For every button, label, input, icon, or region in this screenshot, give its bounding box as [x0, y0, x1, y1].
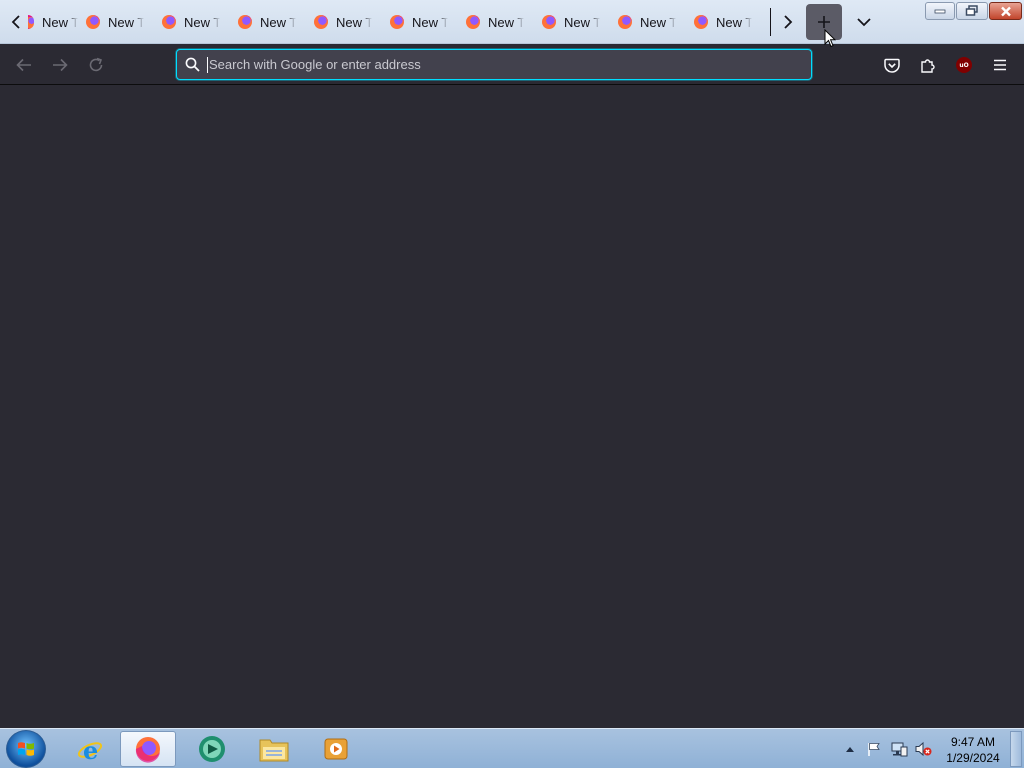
save-to-pocket-button[interactable] — [880, 53, 904, 77]
chevron-up-icon — [846, 747, 854, 752]
ublock-origin-button[interactable]: uO — [952, 53, 976, 77]
minimize-icon — [934, 9, 946, 14]
flag-icon — [868, 743, 880, 756]
tab[interactable]: New Tab — [78, 4, 154, 40]
tab[interactable]: New Tab — [306, 4, 382, 40]
tab[interactable]: New Tab — [534, 4, 610, 40]
media-app-icon — [199, 736, 225, 762]
close-icon — [1000, 6, 1011, 16]
tab[interactable]: New Tab — [610, 4, 686, 40]
list-all-tabs-button[interactable] — [852, 8, 876, 36]
tab[interactable]: New Tab — [382, 4, 458, 40]
page-content — [0, 85, 1024, 728]
plus-icon — [818, 16, 830, 28]
clock-date: 1/29/2024 — [946, 751, 1000, 765]
firefox-icon — [542, 15, 556, 29]
firefox-icon — [466, 15, 480, 29]
system-clock[interactable]: 9:47 AM 1/29/2024 — [940, 734, 1006, 766]
navigation-toolbar: uO — [0, 44, 1024, 85]
firefox-icon — [238, 15, 252, 29]
scroll-tabs-right-button[interactable] — [776, 8, 800, 36]
folder-icon — [259, 739, 289, 762]
tab-title: New Tab — [184, 14, 220, 30]
volume-tray[interactable] — [912, 729, 934, 768]
action-center-tray[interactable] — [864, 729, 884, 768]
minimize-window-button[interactable] — [925, 2, 955, 20]
scroll-tabs-left-button[interactable] — [4, 8, 28, 36]
windows-taskbar: e 9:47 AM 1/29/2024 — [0, 728, 1024, 768]
internet-explorer-icon: e — [77, 736, 103, 764]
chevron-right-icon — [784, 15, 793, 29]
firefox-icon — [28, 15, 34, 29]
firefox-icon — [135, 737, 160, 763]
tab-title: New Tab — [42, 14, 78, 30]
start-button[interactable] — [6, 730, 46, 768]
tab-title: New Tab — [412, 14, 448, 30]
tab[interactable]: New Tab — [458, 4, 534, 40]
firefox-icon — [618, 15, 632, 29]
tab-title: New Tab — [108, 14, 144, 30]
tab[interactable]: New Tab — [686, 4, 762, 40]
windows-logo-icon — [18, 742, 34, 756]
extensions-button[interactable] — [916, 53, 940, 77]
tab-list: New Tab New Tab New Tab New Tab New Tab … — [28, 4, 772, 40]
taskbar-media-player[interactable] — [308, 731, 364, 767]
clock-time: 9:47 AM — [950, 735, 996, 749]
tab-title: New Tab — [716, 14, 752, 30]
svg-text:e: e — [83, 736, 98, 764]
firefox-icon — [162, 15, 176, 29]
network-tray[interactable] — [888, 729, 910, 768]
reload-icon — [89, 57, 103, 72]
tab-title: New Tab — [488, 14, 524, 30]
ublock-origin-icon: uO — [956, 57, 972, 73]
mouse-pointer-icon — [824, 29, 836, 48]
network-icon — [891, 742, 908, 757]
firefox-icon — [314, 15, 328, 29]
address-input[interactable] — [209, 57, 789, 72]
firefox-icon — [694, 15, 708, 29]
tab-title: New Tab — [564, 14, 600, 30]
chevron-left-icon — [11, 15, 20, 29]
speaker-muted-icon — [915, 741, 932, 757]
address-bar[interactable] — [176, 49, 812, 80]
tab[interactable]: New Tab — [230, 4, 306, 40]
arrow-left-icon — [16, 58, 31, 72]
open-application-menu-button[interactable] — [988, 53, 1012, 77]
forward-button[interactable] — [47, 52, 73, 78]
hamburger-menu-icon — [994, 59, 1006, 71]
tab-title: New Tab — [640, 14, 676, 30]
taskbar-firefox[interactable] — [120, 731, 176, 767]
arrow-right-icon — [53, 58, 68, 72]
show-hidden-icons-button[interactable] — [843, 729, 857, 768]
taskbar-file-explorer[interactable] — [246, 731, 302, 767]
back-button[interactable] — [11, 52, 37, 78]
restore-window-button[interactable] — [956, 2, 988, 20]
taskbar-internet-explorer[interactable]: e — [62, 731, 118, 767]
tab-strip: New Tab New Tab New Tab New Tab New Tab … — [0, 0, 1024, 44]
taskbar-media-app[interactable] — [184, 731, 240, 767]
puzzle-piece-icon — [921, 59, 935, 73]
close-window-button[interactable] — [989, 2, 1022, 20]
tab[interactable]: New Tab — [154, 4, 230, 40]
restore-icon — [965, 5, 978, 16]
firefox-icon — [86, 15, 100, 29]
text-caret — [207, 56, 208, 73]
search-icon — [177, 57, 207, 72]
tab-title: New Tab — [260, 14, 296, 30]
media-player-icon — [324, 738, 348, 760]
reload-button[interactable] — [83, 52, 109, 78]
tab[interactable]: New Tab — [28, 4, 78, 40]
pocket-icon — [884, 58, 900, 73]
tab-divider — [770, 8, 771, 36]
firefox-icon — [390, 15, 404, 29]
tab-title: New Tab — [336, 14, 372, 30]
chevron-down-icon — [857, 18, 871, 27]
show-desktop-button[interactable] — [1010, 731, 1022, 767]
